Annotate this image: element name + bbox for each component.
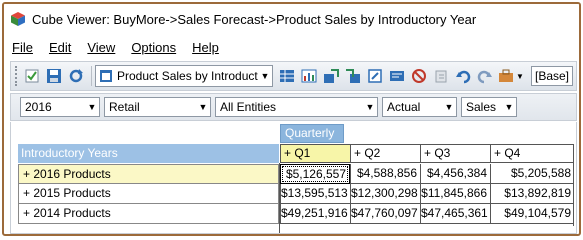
export-icon xyxy=(324,69,339,83)
import-button[interactable] xyxy=(343,66,363,86)
dimension-select-measure[interactable]: Sales ▼ xyxy=(461,97,517,117)
chevron-down-icon: ▼ xyxy=(198,102,208,112)
save-button[interactable] xyxy=(44,66,64,86)
column-header-q4[interactable]: + Q4 xyxy=(490,144,574,163)
column-header-q3[interactable]: + Q3 xyxy=(420,144,490,163)
cube-grid: Quarterly Introductory Years + Q1 + Q2 +… xyxy=(10,122,577,234)
commit-icon xyxy=(435,70,447,83)
chart-view-button[interactable] xyxy=(299,66,319,86)
dimension-select-channel[interactable]: Retail ▼ xyxy=(104,97,211,117)
view-icon xyxy=(100,70,112,82)
save-icon xyxy=(47,69,61,83)
base-indicator[interactable]: [Base] xyxy=(531,66,574,86)
cell-2015-q1[interactable]: $13,595,513 xyxy=(280,184,350,204)
cell-2016-q1[interactable]: $5,126,557 xyxy=(280,164,350,184)
cube-app-icon xyxy=(11,12,25,26)
redo-button[interactable] xyxy=(475,66,495,86)
cell-2015-q2[interactable]: $12,300,298 xyxy=(350,184,420,204)
chevron-down-icon: ▼ xyxy=(260,71,270,81)
title-bar: Cube Viewer: BuyMore->Sales Forecast->Pr… xyxy=(4,4,579,34)
checkbox-toggle-button[interactable] xyxy=(22,66,42,86)
menu-help[interactable]: Help xyxy=(192,40,219,55)
menu-view[interactable]: View xyxy=(87,40,115,55)
column-header-q1[interactable]: + Q1 xyxy=(280,144,350,163)
grid-right-border xyxy=(573,144,574,226)
dimension-select-year[interactable]: 2016 ▼ xyxy=(20,97,100,117)
view-name: Product Sales by Introducton xyxy=(117,69,258,83)
cell-2014-q1[interactable]: $49,251,916 xyxy=(280,204,350,224)
grid-view-button[interactable] xyxy=(277,66,297,86)
dimension-select-scenario[interactable]: Actual ▼ xyxy=(382,97,457,117)
grid-icon xyxy=(280,70,294,82)
sandbox-icon xyxy=(390,71,404,81)
export-button[interactable] xyxy=(321,66,341,86)
cell-2014-q2[interactable]: $47,760,097 xyxy=(350,204,420,224)
chevron-down-icon: ▼ xyxy=(365,102,375,112)
recalculate-button[interactable] xyxy=(66,66,86,86)
cell-2016-q4[interactable]: $5,205,588 xyxy=(490,164,574,184)
cell-2014-q3[interactable]: $47,465,361 xyxy=(420,204,490,224)
undo-button[interactable] xyxy=(453,66,473,86)
menu-options[interactable]: Options xyxy=(131,40,176,55)
view-select[interactable]: Product Sales by Introducton ▼ xyxy=(95,65,273,87)
cube-viewer-window: Cube Viewer: BuyMore->Sales Forecast->Pr… xyxy=(2,2,581,236)
toolbar-grip[interactable] xyxy=(15,66,18,86)
refresh-icon xyxy=(69,69,83,83)
menu-edit[interactable]: Edit xyxy=(49,40,71,55)
chart-icon xyxy=(301,69,317,83)
row-dimension-header[interactable]: Introductory Years xyxy=(18,144,279,163)
dimension-bar: 2016 ▼ Retail ▼ All Entities ▼ Actual ▼ Sale… xyxy=(10,93,577,121)
cell-2014-q4[interactable]: $49,104,579 xyxy=(490,204,574,224)
tools-dropdown-button[interactable]: ▼ xyxy=(497,66,525,86)
chevron-down-icon: ▼ xyxy=(444,102,454,112)
undo-icon xyxy=(456,70,471,84)
cell-2016-q3[interactable]: $4,456,384 xyxy=(420,164,490,184)
sandbox-button[interactable] xyxy=(387,66,407,86)
checkbox-icon xyxy=(25,69,39,83)
row-label-2014[interactable]: + 2014 Products xyxy=(18,204,279,224)
import-icon xyxy=(346,69,360,83)
window-title: Cube Viewer: BuyMore->Sales Forecast->Pr… xyxy=(32,11,477,27)
edit-icon xyxy=(368,69,382,83)
edit-button[interactable] xyxy=(365,66,385,86)
row-label-2016[interactable]: + 2016 Products xyxy=(18,164,279,184)
cell-2015-q4[interactable]: $13,892,819 xyxy=(490,184,574,204)
stop-button[interactable] xyxy=(409,66,429,86)
column-header-q2[interactable]: + Q2 xyxy=(350,144,420,163)
menu-file[interactable]: File xyxy=(12,40,33,55)
dimension-select-entity[interactable]: All Entities ▼ xyxy=(215,97,378,117)
row-label-2015[interactable]: + 2015 Products xyxy=(18,184,279,204)
chevron-down-icon: ▼ xyxy=(87,102,97,112)
chevron-down-icon: ▼ xyxy=(516,71,524,81)
toolbar-separator xyxy=(91,66,92,86)
toolbar: Product Sales by Introducton ▼ ▼ [Base] xyxy=(10,61,577,91)
toolbox-icon xyxy=(499,69,514,82)
redo-icon xyxy=(477,70,492,84)
cell-2016-q2[interactable]: $4,588,856 xyxy=(350,164,420,184)
commit-button[interactable] xyxy=(431,66,451,86)
grid-row-header-divider xyxy=(279,163,280,233)
cell-2015-q3[interactable]: $11,845,866 xyxy=(420,184,490,204)
column-dimension-tag[interactable]: Quarterly xyxy=(280,124,344,143)
chevron-down-icon: ▼ xyxy=(504,102,514,112)
menu-bar: File Edit View Options Help xyxy=(4,36,579,58)
stop-icon xyxy=(412,69,426,83)
